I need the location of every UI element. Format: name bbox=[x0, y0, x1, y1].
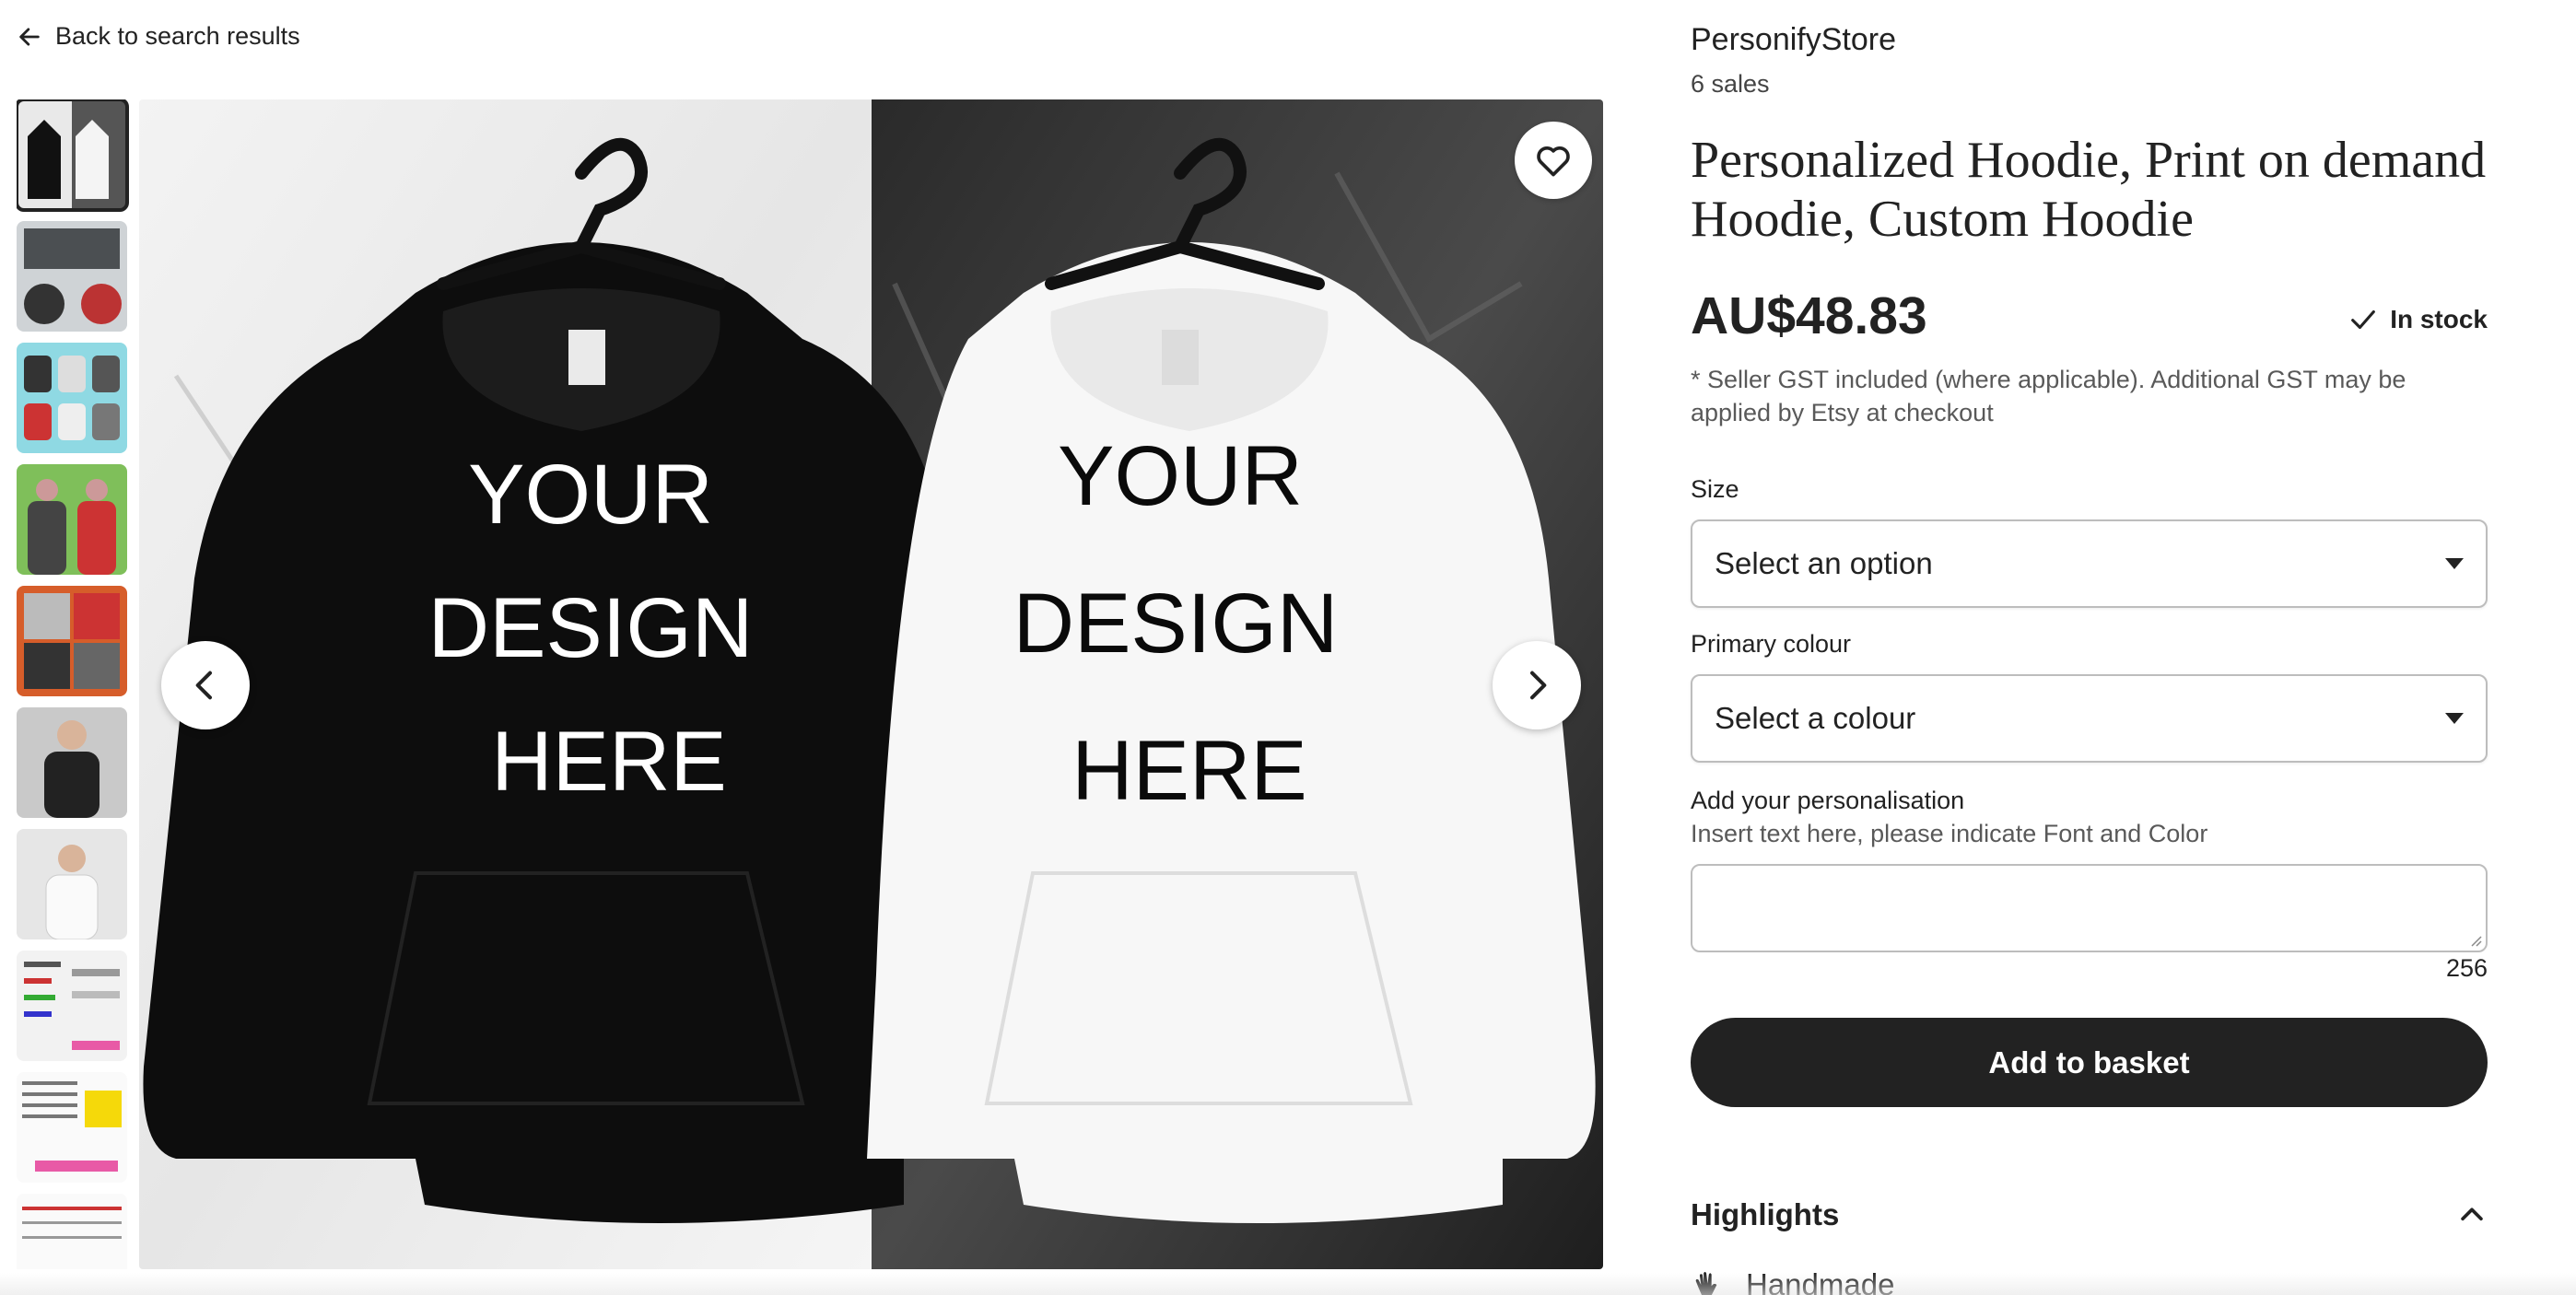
highlights-heading: Highlights bbox=[1691, 1197, 1840, 1231]
resize-handle-icon[interactable] bbox=[2467, 932, 2482, 947]
thumbnail-sizing-info[interactable] bbox=[17, 1194, 127, 1269]
next-image-button[interactable] bbox=[1493, 641, 1581, 729]
left-print-line-2: DESIGN bbox=[428, 581, 754, 675]
gst-note: * Seller GST included (where applicable)… bbox=[1691, 366, 2406, 426]
caret-down-icon bbox=[2445, 558, 2464, 569]
personalisation-instructions: Insert text here, please indicate Font a… bbox=[1691, 820, 2208, 847]
stock-label: In stock bbox=[2390, 305, 2488, 333]
right-print-line-3: HERE bbox=[1071, 724, 1307, 818]
favorite-button[interactable] bbox=[1515, 122, 1592, 199]
thumbnail-black-white-hoodies[interactable] bbox=[17, 99, 129, 212]
previous-image-button[interactable] bbox=[161, 641, 250, 729]
listing-title: Personalized Hoodie, Print on demand Hoo… bbox=[1691, 132, 2487, 248]
chevron-right-icon bbox=[1530, 671, 1547, 700]
left-print-line-1: YOUR bbox=[468, 448, 713, 542]
right-print-line-2: DESIGN bbox=[1013, 577, 1339, 671]
thumbnail-strip[interactable] bbox=[17, 99, 129, 1269]
heart-icon bbox=[1537, 146, 1570, 177]
hand-icon bbox=[1695, 1271, 1717, 1295]
size-select[interactable]: Select an option bbox=[1691, 519, 2488, 608]
checkmark-icon bbox=[2351, 309, 2376, 330]
highlights-toggle[interactable]: Highlights bbox=[1691, 1197, 2488, 1232]
thumbnail-hoodie-collage[interactable] bbox=[17, 586, 127, 696]
thumbnail-man-black-hoodie[interactable] bbox=[17, 707, 127, 818]
add-to-basket-button[interactable]: Add to basket bbox=[1691, 1018, 2488, 1107]
sales-count: 6 sales bbox=[1691, 70, 1770, 98]
thumbnail-colour-hoodies[interactable] bbox=[17, 343, 127, 453]
right-print-line-1: YOUR bbox=[1058, 429, 1303, 523]
shop-name-link[interactable]: PersonifyStore bbox=[1691, 22, 1896, 58]
bottom-scroll-shadow bbox=[0, 1273, 2576, 1295]
primary-colour-select[interactable]: Select a colour bbox=[1691, 674, 2488, 763]
thumbnail-font-chart[interactable] bbox=[17, 1072, 127, 1183]
left-print-line-3: HERE bbox=[491, 715, 727, 809]
arrow-left-icon bbox=[19, 27, 40, 46]
thumbnail-woman-white-hoodie[interactable] bbox=[17, 829, 127, 939]
main-product-image[interactable]: YOUR DESIGN HERE YOUR DESIGN HERE bbox=[139, 99, 1603, 1269]
chevron-up-icon bbox=[2461, 1208, 2483, 1221]
back-to-search-link[interactable]: Back to search results bbox=[17, 22, 300, 51]
caret-down-icon bbox=[2445, 713, 2464, 724]
highlight-handmade: Handmade bbox=[1691, 1267, 1894, 1295]
chevron-left-icon bbox=[195, 671, 212, 700]
back-link-label: Back to search results bbox=[55, 22, 300, 50]
colour-select-value: Select a colour bbox=[1715, 701, 1916, 735]
stock-status: In stock bbox=[2348, 304, 2488, 335]
thumbnail-design-your-own[interactable] bbox=[17, 221, 127, 332]
size-label: Size bbox=[1691, 475, 1739, 503]
character-counter: 256 bbox=[2445, 954, 2488, 982]
personalisation-label: Add your personalisation bbox=[1691, 787, 1965, 814]
thumbnail-font-colours[interactable] bbox=[17, 951, 127, 1061]
size-select-value: Select an option bbox=[1715, 546, 1933, 580]
primary-colour-label: Primary colour bbox=[1691, 630, 1852, 658]
highlight-handmade-label: Handmade bbox=[1746, 1267, 1895, 1295]
price: AU$48.83 bbox=[1691, 286, 1927, 345]
thumbnail-couple-green[interactable] bbox=[17, 464, 127, 575]
personalisation-textarea[interactable] bbox=[1691, 864, 2488, 952]
